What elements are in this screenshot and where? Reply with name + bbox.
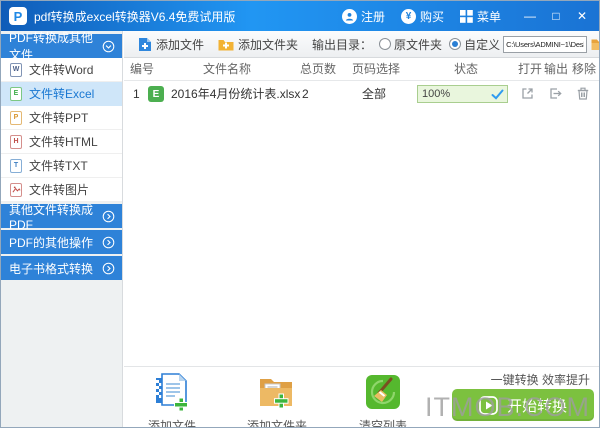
ppt-file-icon: P (10, 111, 22, 125)
sidebar-section-ebook-convert[interactable]: 电子书格式转换 (1, 256, 122, 280)
file-name: 2016年4月份统计表.xlsx (171, 81, 300, 107)
chevron-down-circle-icon (102, 40, 115, 53)
add-file-icon (138, 37, 152, 52)
table-header: 编号 文件名称 总页数 页码选择 状态 打开 输出 移除 (124, 58, 599, 81)
sidebar-item-label: 文件转图片 (29, 181, 89, 198)
sidebar-item-ppt[interactable]: P 文件转PPT (1, 106, 122, 130)
menu-label: 菜单 (477, 8, 501, 25)
app-logo-icon: P (9, 7, 27, 25)
excel-file-badge-icon: E (148, 86, 164, 102)
section-label: PDF转换成其他文件 (9, 29, 102, 63)
clear-list-icon (365, 398, 401, 415)
section-label: 电子书格式转换 (9, 260, 93, 277)
check-icon (491, 89, 504, 100)
titlebar: P pdf转换成excel转换器V6.4免费试用版 注册 ¥ 购买 菜单 — □ (1, 1, 599, 31)
sidebar-item-txt[interactable]: T 文件转TXT (1, 154, 122, 178)
sidebar-section-pdf-to-other[interactable]: PDF转换成其他文件 (1, 34, 122, 58)
image-file-icon (10, 183, 22, 197)
browse-folder-button[interactable] (591, 38, 600, 51)
section-label: PDF的其他操作 (9, 234, 93, 251)
col-name: 文件名称 (203, 58, 251, 81)
excel-file-icon: E (10, 87, 22, 101)
sidebar-item-label: 文件转Excel (29, 85, 94, 102)
open-file-button[interactable] (520, 86, 535, 101)
output-dir-label: 输出目录： (312, 36, 372, 53)
col-output: 输出 (544, 58, 568, 81)
clear-list-label: 清空列表 (345, 417, 421, 428)
user-icon (342, 9, 357, 24)
maximize-button[interactable]: □ (543, 1, 569, 31)
section-label: 其他文件转换成PDF (9, 201, 102, 232)
radio-original-label: 原文件夹 (394, 36, 442, 53)
chevron-right-circle-icon (102, 210, 115, 223)
txt-file-icon: T (10, 159, 22, 173)
row-number: 1 (133, 81, 140, 107)
chevron-right-circle-icon (102, 236, 115, 249)
grid-icon (460, 10, 473, 23)
word-file-icon: W (10, 63, 22, 77)
add-folder-large-icon (258, 398, 296, 415)
col-remove: 移除 (572, 58, 596, 81)
sidebar-item-html[interactable]: H 文件转HTML (1, 130, 122, 154)
sidebar-item-excel[interactable]: E 文件转Excel (1, 82, 122, 106)
footer: 添加文件 添加文件夹 (124, 366, 599, 427)
remove-file-button[interactable] (576, 86, 590, 101)
register-label: 注册 (361, 8, 385, 25)
toolbar: 添加文件 添加文件夹 输出目录： 原文件夹 自定义 (124, 31, 599, 58)
register-button[interactable]: 注册 (342, 8, 385, 25)
play-icon (479, 396, 498, 415)
col-status: 状态 (454, 58, 478, 81)
buy-label: 购买 (420, 8, 444, 25)
page-selection[interactable]: 全部 (362, 81, 386, 107)
sidebar-section-pdf-operations[interactable]: PDF的其他操作 (1, 230, 122, 254)
col-num: 编号 (130, 58, 154, 81)
sidebar-item-label: 文件转HTML (29, 133, 98, 150)
add-folder-button[interactable]: 添加文件夹 (218, 36, 298, 53)
col-pageselect: 页码选择 (352, 58, 400, 81)
col-open: 打开 (518, 58, 542, 81)
app-window: P pdf转换成excel转换器V6.4免费试用版 注册 ¥ 购买 菜单 — □ (0, 0, 600, 428)
progress-bar: 100% (417, 85, 508, 103)
close-button[interactable]: ✕ (569, 1, 595, 31)
tagline: 一键转换 效率提升 (491, 371, 590, 388)
clear-list-button-large[interactable]: 清空列表 (345, 373, 421, 428)
add-folder-large-label: 添加文件夹 (239, 417, 315, 428)
radio-custom-label: 自定义 (464, 36, 500, 53)
chevron-right-circle-icon (102, 262, 115, 275)
radio-selected-icon (449, 38, 461, 50)
sidebar-item-label: 文件转PPT (29, 109, 88, 126)
progress-value: 100% (422, 88, 491, 100)
sidebar-item-image[interactable]: 文件转图片 (1, 178, 122, 202)
add-folder-icon (218, 38, 234, 51)
start-convert-label: 开始转换 (507, 395, 567, 416)
sidebar-section-other-to-pdf[interactable]: 其他文件转换成PDF (1, 204, 122, 228)
add-file-large-label: 添加文件 (134, 417, 210, 428)
add-file-label: 添加文件 (156, 36, 204, 53)
html-file-icon: H (10, 135, 22, 149)
radio-icon (379, 38, 391, 50)
total-pages: 2 (302, 81, 309, 107)
yuan-icon: ¥ (401, 9, 416, 24)
buy-button[interactable]: ¥ 购买 (401, 8, 444, 25)
output-file-button[interactable] (548, 86, 563, 101)
menu-button[interactable]: 菜单 (460, 8, 501, 25)
radio-original-folder[interactable]: 原文件夹 (379, 36, 442, 53)
minimize-button[interactable]: — (517, 1, 543, 31)
add-file-large-icon (154, 398, 190, 415)
add-folder-button-large[interactable]: 添加文件夹 (239, 373, 315, 428)
add-file-button[interactable]: 添加文件 (138, 36, 204, 53)
sidebar-item-label: 文件转TXT (29, 157, 88, 174)
start-convert-button[interactable]: 开始转换 (452, 389, 594, 421)
radio-custom[interactable]: 自定义 (449, 36, 500, 53)
window-title: pdf转换成excel转换器V6.4免费试用版 (34, 8, 235, 25)
col-pages: 总页数 (300, 58, 336, 81)
sidebar-item-label: 文件转Word (29, 61, 93, 78)
output-path-input[interactable] (503, 36, 587, 53)
add-file-button-large[interactable]: 添加文件 (134, 373, 210, 428)
table-row: 1 E 2016年4月份统计表.xlsx 2 全部 100% (124, 81, 599, 107)
sidebar: PDF转换成其他文件 W 文件转Word E 文件转Excel P 文件转PPT… (1, 31, 123, 427)
add-folder-label: 添加文件夹 (238, 36, 298, 53)
